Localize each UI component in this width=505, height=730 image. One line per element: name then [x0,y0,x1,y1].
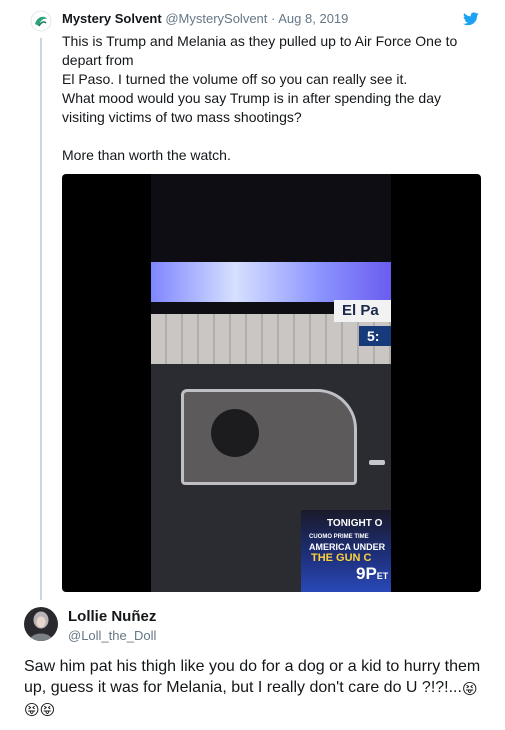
video-frame: El Pa 5: TONIGHT O CUOMO PRIME TIME AMER… [151,174,391,592]
promo-line: CUOMO PRIME TIME [309,534,369,540]
quoted-tweet-text: This is Trump and Melania as they pulled… [62,32,462,165]
tweet-text-line: More than worth the watch. [62,147,231,163]
promo-line: TONIGHT O [327,518,383,529]
reply-author-name[interactable]: Lollie Nuñez [68,608,156,625]
reply-text: Saw him pat his thigh like you do for a … [24,656,482,719]
news-time-label: 5: [359,326,391,346]
tweet-text-line: What mood would you say Trump is in afte… [62,90,441,125]
video-backdrop-banner [151,262,391,302]
car-door-handle [369,460,385,465]
video-backdrop-awning [151,314,391,369]
mystery-solvent-avatar[interactable] [30,10,52,32]
news-location-label: El Pa [334,300,391,322]
reply-text-body: Saw him pat his thigh like you do for a … [24,658,481,696]
tweet-text-line: El Paso. I turned the volume off so you … [62,71,408,87]
lollie-nunez-avatar[interactable] [24,607,58,641]
squinting-face-with-tongue-icon: 😝 [24,702,40,719]
thread-line [40,38,42,600]
passenger-silhouette [211,409,259,457]
promo-timezone: ET [376,571,389,581]
quoted-tweet-date[interactable]: Aug 8, 2019 [278,11,348,26]
squinting-face-with-tongue-icon: 😝 [461,681,478,698]
promo-line: THE GUN C [311,552,372,564]
promo-line: AMERICA UNDER [309,542,386,552]
twitter-bird-icon [463,12,479,26]
date-separator: · [271,11,276,26]
quoted-author-name[interactable]: Mystery Solvent [62,11,162,26]
tweet-text-line: This is Trump and Melania as they pulled… [62,33,458,68]
promo-time-value: 9P [356,564,377,583]
quoted-tweet[interactable]: Mystery Solvent @MysterySolvent · Aug 8,… [0,0,505,600]
reply-author-handle[interactable]: @Loll_the_Doll [68,628,156,643]
video-player[interactable]: El Pa 5: TONIGHT O CUOMO PRIME TIME AMER… [62,174,481,592]
quoted-tweet-header: Mystery Solvent @MysterySolvent · Aug 8,… [62,11,348,26]
quoted-author-handle[interactable]: @MysterySolvent [165,11,267,26]
car-window [181,389,357,485]
squinting-face-with-tongue-icon: 😝 [39,702,56,719]
promo-time: 9PET [356,564,388,584]
